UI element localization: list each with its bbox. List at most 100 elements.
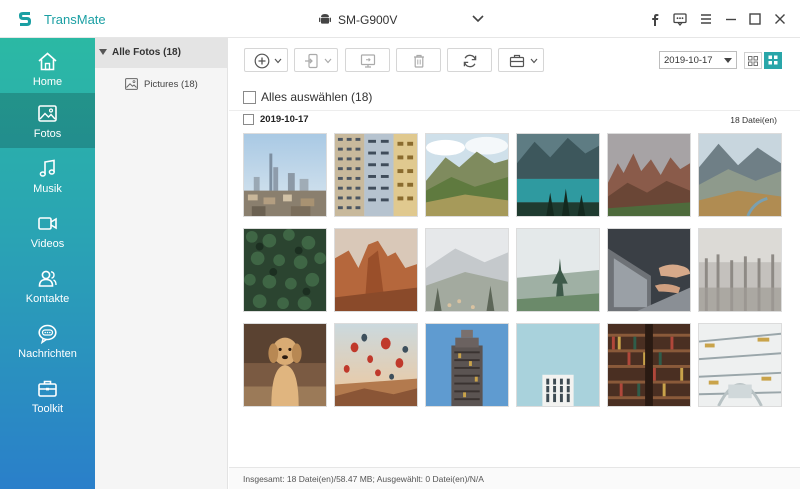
laptop-hands-photo: [608, 229, 690, 311]
date-filter-select[interactable]: 2019-10-17: [659, 51, 737, 69]
photo-thumbnail[interactable]: [698, 228, 782, 312]
facebook-icon[interactable]: [648, 12, 662, 26]
export-to-pc-button[interactable]: [345, 48, 390, 72]
sidebar-item-nachrichten[interactable]: Nachrichten: [0, 313, 95, 368]
photo-thumbnail[interactable]: [516, 323, 600, 407]
sidebar: Home Fotos Musik Videos Kontakte Nachric…: [0, 38, 95, 489]
music-icon: [39, 159, 55, 177]
maximize-icon[interactable]: [748, 12, 762, 26]
tree-item-label: Alle Fotos (18): [112, 47, 181, 58]
thumbnail-view-icon: [768, 55, 778, 65]
home-icon: [38, 52, 57, 71]
chevron-down-icon[interactable]: [472, 14, 484, 24]
photo-thumbnail[interactable]: [425, 133, 509, 217]
skyscraper-photo: [426, 324, 508, 406]
library-shelves-photo: [608, 324, 690, 406]
sidebar-item-label: Home: [32, 76, 63, 88]
photo-thumbnail[interactable]: [334, 228, 418, 312]
export-pc-icon: [360, 54, 376, 68]
apartment-building-photo: [335, 134, 417, 216]
mountain-lake-photo: [517, 134, 599, 216]
date-group-count: 18 Datei(en): [730, 115, 777, 125]
photo-thumbnail[interactable]: [334, 133, 418, 217]
expand-triangle-icon[interactable]: [99, 49, 107, 55]
sidebar-item-label: Kontakte: [25, 293, 70, 305]
toolbox-icon: [509, 54, 525, 68]
transmate-logo-icon: [19, 12, 31, 26]
device-selector[interactable]: SM-G900V: [318, 10, 484, 30]
album-icon: [125, 78, 138, 90]
add-button[interactable]: [244, 48, 288, 72]
android-icon: [319, 14, 331, 24]
refresh-icon: [463, 54, 477, 68]
messages-icon: [38, 324, 57, 344]
sidebar-item-label: Nachrichten: [18, 348, 77, 360]
sidebar-item-videos[interactable]: Videos: [0, 203, 95, 258]
select-all-label: Alles auswählen (18): [261, 90, 373, 104]
date-group-checkbox[interactable]: [243, 114, 254, 125]
app-title: TransMate: [44, 12, 106, 27]
date-filter-value: 2019-10-17: [664, 55, 713, 66]
grid-view-button[interactable]: [744, 52, 762, 69]
photo-thumbnail[interactable]: [516, 228, 600, 312]
photo-thumbnail[interactable]: [698, 133, 782, 217]
tree-item-pictures[interactable]: Pictures (18): [95, 76, 228, 96]
feedback-icon[interactable]: [673, 12, 687, 26]
chevron-down-icon: [530, 58, 538, 64]
main-panel: 2019-10-17 Alles auswählen (18) 2019-10-…: [229, 38, 800, 489]
misty-pine-photo: [517, 229, 599, 311]
photo-thumbnail[interactable]: [607, 323, 691, 407]
rock-formations-photo: [608, 134, 690, 216]
photo-thumbnail[interactable]: [698, 323, 782, 407]
thumbnail-view-button[interactable]: [764, 52, 782, 69]
city-skyline-photo: [244, 134, 326, 216]
chevron-down-icon: [274, 58, 282, 64]
sidebar-item-home[interactable]: Home: [0, 41, 95, 96]
photo-thumbnail[interactable]: [334, 323, 418, 407]
library-atrium-photo: [699, 324, 781, 406]
add-circle-icon: [254, 53, 270, 69]
date-group-header: 2019-10-17 18 Datei(en): [229, 110, 800, 126]
delete-button[interactable]: [396, 48, 441, 72]
photo-thumbnail[interactable]: [425, 228, 509, 312]
photo-thumbnail[interactable]: [607, 133, 691, 217]
minimize-icon[interactable]: [724, 12, 738, 26]
hot-air-balloons-photo: [335, 324, 417, 406]
refresh-button[interactable]: [447, 48, 492, 72]
sidebar-item-label: Videos: [30, 238, 65, 250]
sidebar-item-kontakte[interactable]: Kontakte: [0, 258, 95, 313]
menu-icon[interactable]: [699, 12, 713, 26]
photo-thumbnail[interactable]: [243, 323, 327, 407]
sidebar-item-fotos[interactable]: Fotos: [0, 93, 95, 148]
folder-tree: Alle Fotos (18) Pictures (18): [95, 38, 228, 489]
trash-icon: [414, 54, 424, 68]
misty-valley-photo: [699, 134, 781, 216]
photo-thumbnail[interactable]: [425, 323, 509, 407]
photo-thumbnail[interactable]: [243, 133, 327, 217]
photo-thumbnail[interactable]: [516, 133, 600, 217]
tree-item-label: Pictures (18): [144, 79, 198, 90]
video-icon: [38, 217, 57, 230]
sidebar-item-toolkit[interactable]: Toolkit: [0, 368, 95, 423]
toolbox-button[interactable]: [498, 48, 544, 72]
contacts-icon: [38, 270, 57, 287]
tree-item-all-photos[interactable]: Alle Fotos (18): [95, 38, 228, 68]
green-mountains-photo: [426, 134, 508, 216]
close-icon[interactable]: [773, 12, 787, 26]
dropdown-arrow-icon: [724, 58, 732, 63]
select-all-checkbox[interactable]: [243, 91, 256, 104]
dog-photo: [244, 324, 326, 406]
export-to-device-button[interactable]: [294, 48, 338, 72]
white-building-photo: [517, 324, 599, 406]
sidebar-item-label: Toolkit: [31, 403, 64, 415]
photo-thumbnail[interactable]: [607, 228, 691, 312]
export-device-icon: [305, 53, 318, 69]
red-canyon-photo: [335, 229, 417, 311]
status-text: Insgesamt: 18 Datei(en)/58.47 MB; Ausgew…: [243, 474, 484, 484]
foggy-hills-photo: [426, 229, 508, 311]
sidebar-item-label: Musik: [33, 183, 62, 195]
sidebar-item-musik[interactable]: Musik: [0, 148, 95, 203]
sidebar-item-label: Fotos: [33, 128, 62, 140]
title-bar: TransMate SM-G900V: [0, 0, 800, 38]
photo-thumbnail[interactable]: [243, 228, 327, 312]
